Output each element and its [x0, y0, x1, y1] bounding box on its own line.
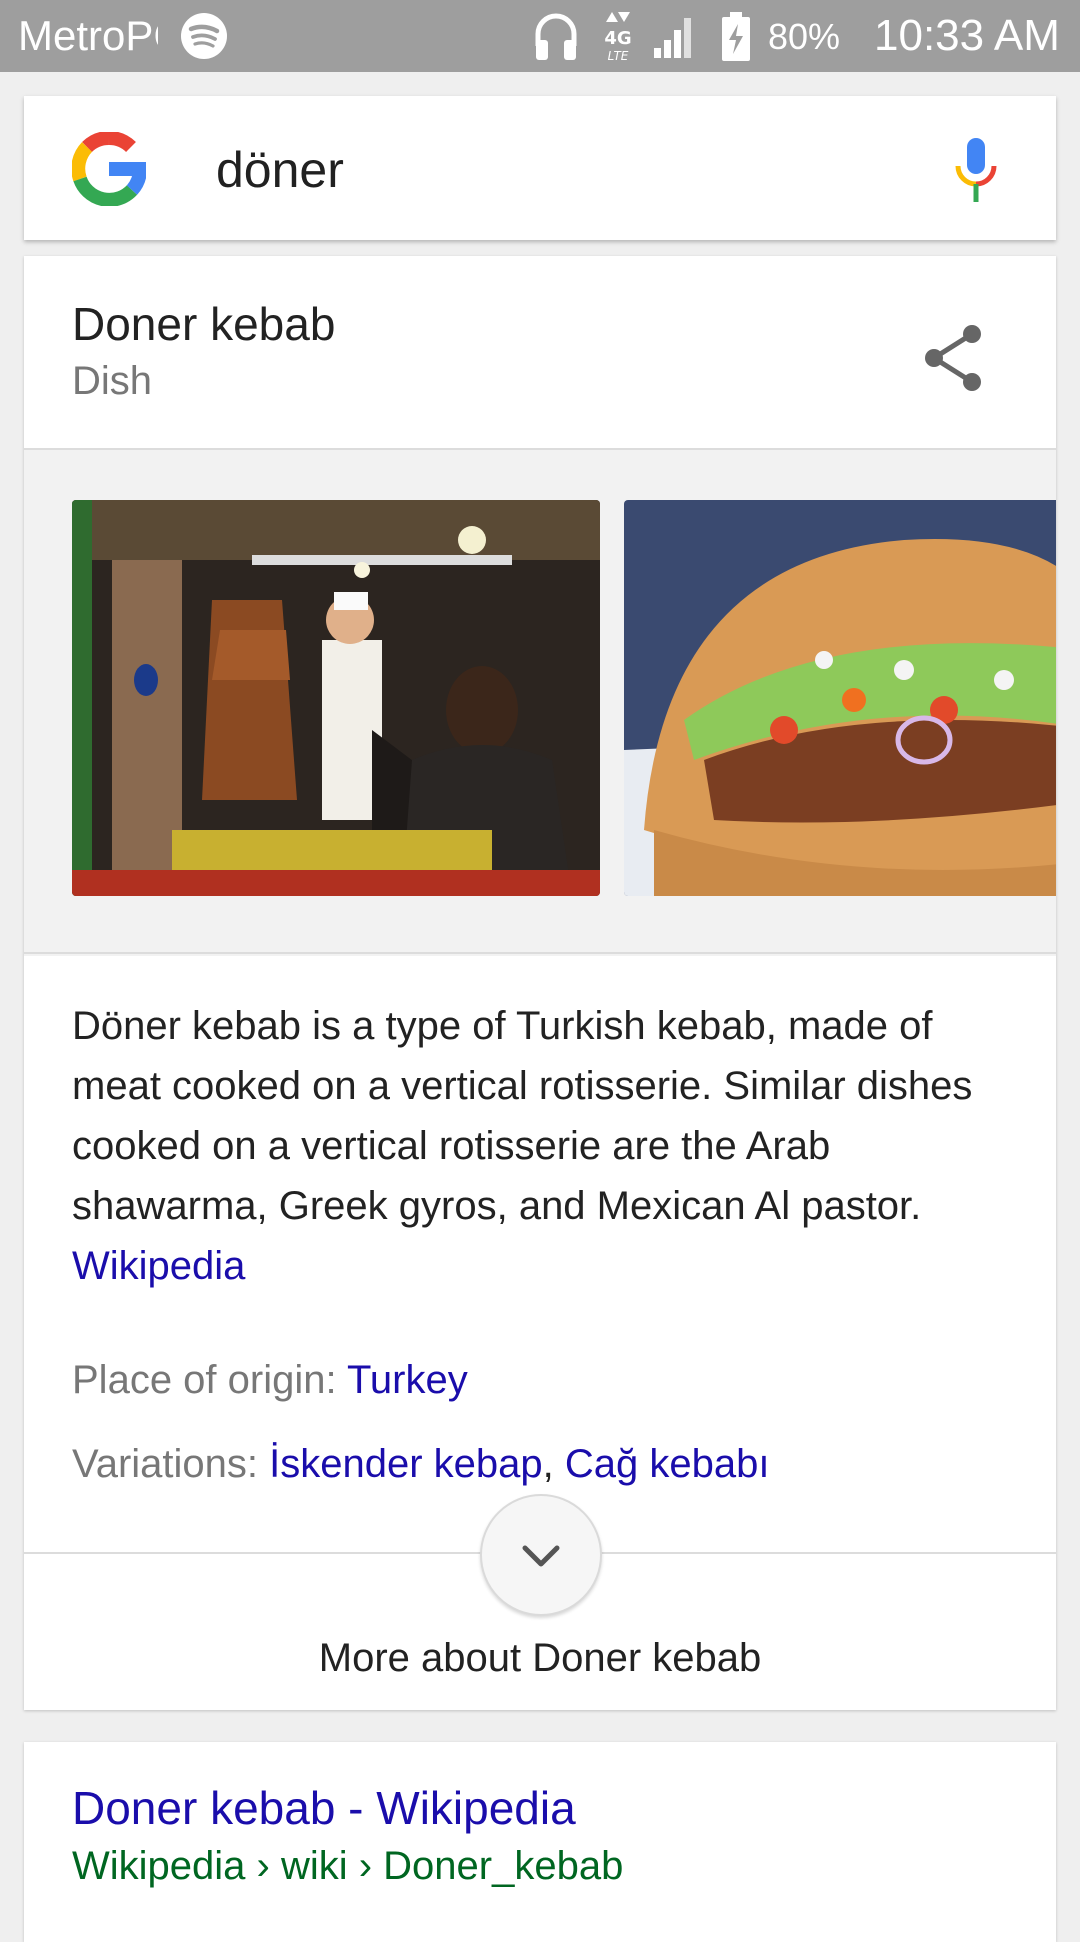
svg-text:LTE: LTE: [608, 49, 629, 63]
carrier-name: MetroPCS: [18, 12, 158, 59]
entity-title: Doner kebab: [72, 298, 336, 350]
google-g-icon[interactable]: [72, 132, 146, 206]
fact-place-of-origin: Place of origin: Turkey: [72, 1352, 468, 1408]
svg-text:4G: 4G: [604, 28, 631, 49]
search-bar[interactable]: döner: [24, 96, 1056, 240]
mic-icon[interactable]: [950, 136, 1002, 206]
separator: ,: [542, 1442, 554, 1486]
search-input[interactable]: döner: [216, 140, 344, 200]
variation-link[interactable]: Cağ kebabı: [565, 1442, 770, 1486]
wikipedia-source-link[interactable]: Wikipedia: [72, 1244, 245, 1288]
signal-icon: [654, 18, 691, 58]
clock-time: 10:33 AM: [874, 11, 1060, 60]
search-result[interactable]: Doner kebab - Wikipedia Wikipedia › wiki…: [24, 1742, 1056, 1942]
variation-link[interactable]: İskender kebap: [269, 1442, 543, 1486]
expand-button[interactable]: [480, 1494, 602, 1616]
origin-link[interactable]: Turkey: [347, 1358, 468, 1402]
share-icon[interactable]: [916, 320, 992, 396]
doner-rotisserie-photo[interactable]: [72, 500, 600, 896]
spotify-icon: [181, 13, 227, 59]
knowledge-panel: Doner kebab Dish Döner kebab is a type o…: [24, 256, 1056, 1710]
more-about-link[interactable]: More about Doner kebab: [24, 1630, 1056, 1686]
chevron-down-icon: [522, 1545, 560, 1567]
status-bar: MetroPCS 4G LTE 80% 10:33 AM: [0, 0, 1080, 72]
lte-4g-icon: 4G LTE: [604, 12, 632, 63]
battery-charging-icon: [722, 12, 750, 61]
doner-sandwich-photo[interactable]: [624, 500, 1056, 896]
headphones-icon: [535, 13, 577, 60]
entity-description: Döner kebab is a type of Turkish kebab, …: [72, 996, 1022, 1296]
image-carousel[interactable]: [24, 450, 1056, 956]
description-text: Döner kebab is a type of Turkish kebab, …: [72, 1004, 973, 1228]
result-title[interactable]: Doner kebab - Wikipedia: [72, 1780, 576, 1836]
result-url: Wikipedia › wiki › Doner_kebab: [72, 1844, 624, 1888]
fact-label: Place of origin:: [72, 1358, 337, 1402]
fact-variations: Variations: İskender kebap, Cağ kebabı: [72, 1436, 770, 1492]
divider: [24, 952, 1056, 954]
entity-subtitle: Dish: [72, 359, 153, 403]
fact-label: Variations:: [72, 1442, 259, 1486]
battery-percent: 80%: [768, 16, 841, 57]
knowledge-header: Doner kebab Dish: [24, 256, 1056, 448]
